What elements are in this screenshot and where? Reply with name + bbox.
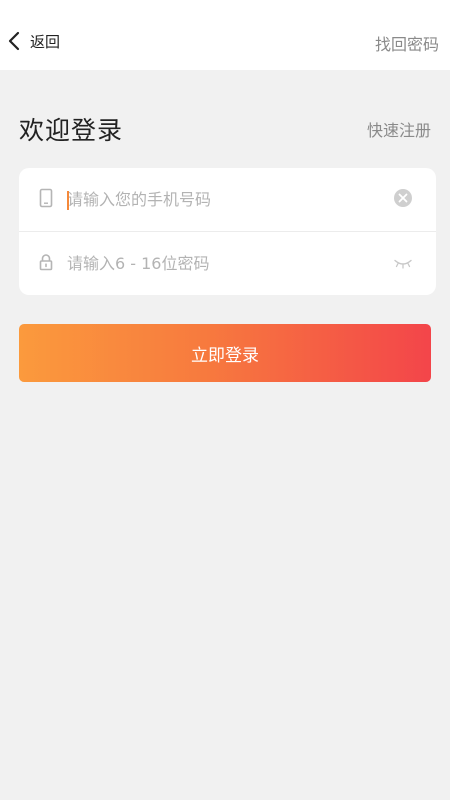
top-bar: 返回 找回密码 <box>0 0 450 70</box>
lock-icon <box>39 253 53 275</box>
find-password-link[interactable]: 找回密码 <box>375 31 439 55</box>
register-link[interactable]: 快速注册 <box>367 117 431 141</box>
phone-input[interactable] <box>67 168 380 231</box>
eye-closed-icon[interactable] <box>393 254 413 273</box>
password-input[interactable] <box>67 232 380 295</box>
text-caret <box>67 191 69 210</box>
chevron-left-icon <box>6 30 24 52</box>
back-button[interactable]: 返回 <box>6 26 60 56</box>
phone-row <box>19 168 436 231</box>
login-form <box>19 168 436 295</box>
back-label: 返回 <box>30 32 61 51</box>
page-title: 欢迎登录 <box>19 116 124 145</box>
password-row <box>19 231 436 295</box>
login-button[interactable]: 立即登录 <box>19 324 431 382</box>
phone-icon <box>39 188 53 212</box>
clear-icon[interactable] <box>393 188 413 212</box>
